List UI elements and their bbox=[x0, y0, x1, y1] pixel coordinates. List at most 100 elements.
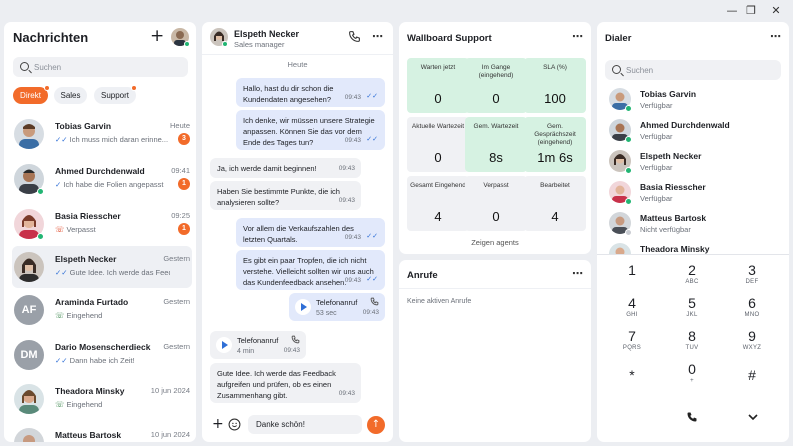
message-bubble-out: Hallo, hast du dir schon die Kundendaten … bbox=[236, 78, 385, 107]
search-icon bbox=[20, 62, 29, 71]
conversation-item[interactable]: Tobias Garvin ✓✓ Ich muss mich daran eri… bbox=[12, 113, 192, 155]
new-message-button[interactable]: + bbox=[150, 26, 164, 46]
play-button[interactable] bbox=[216, 337, 232, 353]
dialer-contact[interactable]: Matteus Bartosk Nicht verfügbar bbox=[597, 209, 789, 240]
dial-key-hash[interactable]: # bbox=[727, 367, 777, 397]
conversation-time: Gestern bbox=[163, 342, 190, 351]
conversation-preview: ☏ Eingehend bbox=[55, 311, 103, 320]
wallboard-tile: Im Gange (eingehend) 0 bbox=[465, 58, 527, 113]
wallboard-tile: SLA (%) 100 bbox=[524, 58, 586, 113]
call-duration: 4 min bbox=[237, 348, 255, 355]
filter-sales[interactable]: Sales bbox=[54, 87, 87, 104]
wallboard-tile: Warten jetzt 0 bbox=[407, 58, 469, 113]
message-bubble-out: Ich denke, wir müssen unsere Strategie an… bbox=[236, 110, 385, 150]
message-bubble-in: Gute Idee. Ich werde das Feedback aufgrei… bbox=[210, 363, 361, 403]
dialer-contact[interactable]: Theadora Minsky bbox=[597, 240, 789, 254]
message-input-value: Danke schön! bbox=[256, 420, 305, 429]
avatar bbox=[14, 428, 44, 442]
dial-key-9[interactable]: 9 WXYZ bbox=[727, 328, 777, 358]
dial-key-3[interactable]: 3 DEF bbox=[727, 262, 777, 292]
dialer-search-placeholder: Suchen bbox=[626, 66, 654, 75]
dial-key-4[interactable]: 4 GHI bbox=[607, 295, 657, 325]
filter-direkt-indicator bbox=[44, 85, 50, 91]
dialer-more-icon[interactable]: ⋯ bbox=[770, 30, 781, 43]
chat-more-icon[interactable]: ⋯ bbox=[372, 30, 383, 43]
dialer-contact-status: Verfügbar bbox=[640, 101, 673, 110]
read-check-icon: ✓✓ bbox=[55, 135, 68, 144]
chat-contact-role: Sales manager bbox=[234, 40, 285, 49]
phone-icon[interactable] bbox=[348, 30, 361, 43]
conversation-item[interactable]: Theadora Minsky ☏ Eingehend 10 jun 2024 bbox=[12, 378, 192, 420]
show-agents-link[interactable]: Zeigen agents bbox=[399, 238, 591, 247]
conversation-preview: ☏ Verpasst bbox=[55, 225, 96, 234]
dialer-contact-name: Theadora Minsky bbox=[640, 244, 710, 254]
conversation-name: Elspeth Necker bbox=[55, 254, 117, 264]
message-input[interactable]: Danke schön! bbox=[248, 415, 362, 434]
emoji-icon[interactable] bbox=[228, 418, 241, 431]
conversation-preview: ☏ Eingehend bbox=[55, 400, 103, 409]
conversation-time: 09:25 bbox=[171, 211, 190, 220]
dialer-contact[interactable]: Basia Riesscher Verfügbar bbox=[597, 178, 789, 209]
read-check-icon: ✓✓ bbox=[366, 92, 378, 100]
dial-key-6[interactable]: 6 MNO bbox=[727, 295, 777, 325]
dialer-title: Dialer bbox=[605, 33, 632, 44]
conversation-time: Gestern bbox=[163, 297, 190, 306]
conversation-item[interactable]: DM Dario Mosenscherdieck ✓✓ Dann habe ic… bbox=[12, 334, 192, 376]
dial-key-0[interactable]: 0 + bbox=[667, 361, 717, 391]
offline-status-dot bbox=[625, 229, 632, 236]
conversation-time: 09:41 bbox=[171, 166, 190, 175]
calls-divider bbox=[399, 288, 591, 289]
conversation-name: Dario Mosenscherdieck bbox=[55, 342, 151, 352]
filter-support-indicator bbox=[131, 85, 137, 91]
play-icon bbox=[222, 341, 228, 349]
chevron-down-icon[interactable] bbox=[748, 413, 758, 421]
call-label: Telefonanruf bbox=[316, 298, 358, 307]
play-button[interactable] bbox=[295, 299, 311, 315]
wallboard-more-icon[interactable]: ⋯ bbox=[572, 30, 583, 43]
calls-more-icon[interactable]: ⋯ bbox=[572, 267, 583, 280]
maximize-button[interactable]: ❐ bbox=[743, 3, 759, 19]
message-bubble-out: Es gibt ein paar Tropfen, die ich nicht v… bbox=[236, 250, 385, 290]
conversation-name: Ahmed Durchdenwald bbox=[55, 166, 145, 176]
filter-support[interactable]: Support bbox=[94, 87, 136, 104]
minimize-button[interactable]: — bbox=[724, 3, 740, 19]
conversation-item[interactable]: AF Araminda Furtado ☏ Eingehend Gestern bbox=[12, 289, 192, 331]
dialer-contact[interactable]: Elspeth Necker Verfügbar bbox=[597, 147, 789, 178]
conversation-time: 10 jun 2024 bbox=[150, 430, 190, 439]
read-check-icon: ✓✓ bbox=[366, 232, 378, 240]
dialer-contact-name: Tobias Garvin bbox=[640, 89, 697, 99]
read-check-icon: ✓✓ bbox=[55, 268, 68, 277]
add-attachment-button[interactable]: + bbox=[212, 416, 224, 432]
phone-icon bbox=[291, 335, 300, 344]
call-bubble-in[interactable]: Telefonanruf 4 min 09:43 bbox=[210, 331, 306, 359]
conversation-preview: ✓✓ Dann habe ich Zeit! bbox=[55, 356, 135, 365]
dialer-contact[interactable]: Ahmed Durchdenwald Verfügbar bbox=[597, 116, 789, 147]
dial-key-7[interactable]: 7 PQRS bbox=[607, 328, 657, 358]
conversation-item[interactable]: Basia Riesscher ☏ Verpasst 09:25 1 bbox=[12, 203, 192, 245]
dialer-contact-status: Nicht verfügbar bbox=[640, 225, 691, 234]
send-button[interactable]: ↑ bbox=[367, 416, 385, 434]
dialer-contact[interactable]: Tobias Garvin Verfügbar bbox=[597, 85, 789, 116]
call-bubble-out[interactable]: Telefonanruf 53 sec 09:43 bbox=[289, 293, 385, 321]
dialer-contact-status: Verfügbar bbox=[640, 132, 673, 141]
dial-key-5[interactable]: 5 JKL bbox=[667, 295, 717, 325]
dialer-search-input[interactable]: Suchen bbox=[605, 60, 781, 80]
filter-direkt[interactable]: Direkt bbox=[13, 87, 48, 104]
dial-key-8[interactable]: 8 TUV bbox=[667, 328, 717, 358]
call-icon[interactable] bbox=[686, 411, 698, 423]
dial-key-1[interactable]: 1 bbox=[607, 262, 657, 292]
dial-key-star[interactable]: * bbox=[607, 367, 657, 397]
close-button[interactable]: ✕ bbox=[768, 3, 784, 19]
conversation-name: Matteus Bartosk bbox=[55, 430, 122, 440]
conversation-item-active[interactable]: Elspeth Necker ✓✓ Gute Idee. Ich werde d… bbox=[12, 246, 192, 288]
wallboard-panel: Wallboard Support ⋯ Warten jetzt 0 Im Gan… bbox=[399, 22, 591, 254]
conversation-item[interactable]: Ahmed Durchdenwald ✓ Ich habe die Folien… bbox=[12, 158, 192, 200]
read-check-icon: ✓ bbox=[55, 180, 62, 189]
conversation-name: Tobias Garvin bbox=[55, 121, 112, 131]
calls-empty-text: Keine aktiven Anrufe bbox=[407, 298, 472, 305]
dialer-contact-status: Verfügbar bbox=[640, 163, 673, 172]
dial-key-2[interactable]: 2 ABC bbox=[667, 262, 717, 292]
conversation-item[interactable]: Matteus Bartosk 10 jun 2024 bbox=[12, 422, 192, 442]
messages-search-input[interactable]: Suchen bbox=[13, 57, 188, 77]
incoming-call-icon: ☏ bbox=[55, 400, 65, 409]
